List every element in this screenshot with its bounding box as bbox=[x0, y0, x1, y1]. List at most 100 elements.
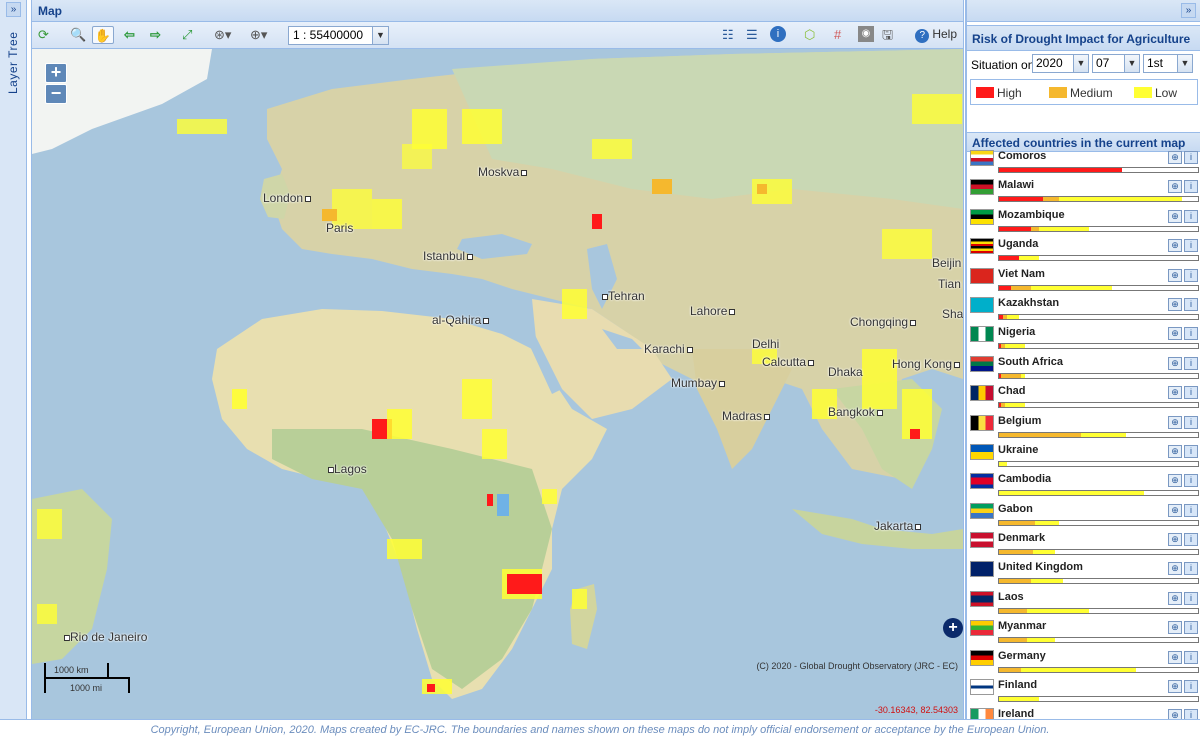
country-info-icon[interactable]: i bbox=[1184, 621, 1198, 635]
city-label: Mumbay bbox=[671, 376, 726, 390]
country-row[interactable]: Belgium ⊕ i bbox=[967, 412, 1200, 441]
country-row[interactable]: Chad ⊕ i bbox=[967, 382, 1200, 411]
country-flag-icon bbox=[970, 590, 994, 607]
city-label: Sha bbox=[942, 307, 963, 321]
zoom-to-country-icon[interactable]: ⊕ bbox=[1168, 327, 1182, 341]
country-row[interactable]: Uganda ⊕ i bbox=[967, 235, 1200, 264]
scale-select[interactable]: 1 : 55400000 ▼ bbox=[288, 26, 389, 45]
country-flag-icon bbox=[970, 620, 994, 637]
country-row[interactable]: Finland ⊕ i bbox=[967, 676, 1200, 705]
zoom-icon[interactable]: 🔍 bbox=[70, 26, 86, 44]
country-info-icon[interactable]: i bbox=[1184, 591, 1198, 605]
map-canvas[interactable]: + − Moskva London Paris Istanbul Tehran … bbox=[32, 49, 963, 719]
country-row[interactable]: Kazakhstan ⊕ i bbox=[967, 294, 1200, 323]
country-info-icon[interactable]: i bbox=[1184, 386, 1198, 400]
zoom-to-country-icon[interactable]: ⊕ bbox=[1168, 180, 1182, 194]
forward-arrow-icon[interactable]: ⇨ bbox=[150, 26, 161, 44]
zoom-in-button[interactable]: + bbox=[45, 63, 67, 83]
risk-bar-low bbox=[1018, 256, 1039, 261]
country-row[interactable]: Myanmar ⊕ i bbox=[967, 617, 1200, 646]
pan-hand-icon[interactable]: ✋ bbox=[92, 26, 114, 44]
zoom-to-country-icon[interactable]: ⊕ bbox=[1168, 562, 1182, 576]
country-info-icon[interactable]: i bbox=[1184, 533, 1198, 547]
zoom-out-button[interactable]: − bbox=[45, 84, 67, 104]
expand-overview-button[interactable]: + bbox=[943, 618, 963, 638]
risk-bar-low bbox=[1020, 373, 1025, 378]
country-row[interactable]: Cambodia ⊕ i bbox=[967, 470, 1200, 499]
info-icon[interactable]: i bbox=[770, 26, 786, 42]
zoom-to-country-icon[interactable]: ⊕ bbox=[1168, 415, 1182, 429]
country-row[interactable]: Gabon ⊕ i bbox=[967, 500, 1200, 529]
zoom-to-country-icon[interactable]: ⊕ bbox=[1168, 474, 1182, 488]
grid-icon[interactable]: # bbox=[834, 26, 841, 44]
back-arrow-icon[interactable]: ⇦ bbox=[124, 26, 135, 44]
risk-legend: High Medium Low bbox=[970, 79, 1198, 105]
country-info-icon[interactable]: i bbox=[1184, 680, 1198, 694]
zoom-to-country-icon[interactable]: ⊕ bbox=[1168, 621, 1182, 635]
country-info-icon[interactable]: i bbox=[1184, 444, 1198, 458]
expand-layer-tree-button[interactable]: » bbox=[6, 2, 21, 17]
country-info-icon[interactable]: i bbox=[1184, 209, 1198, 223]
zoom-to-country-icon[interactable]: ⊕ bbox=[1168, 268, 1182, 282]
polygon-icon[interactable]: ⬡ bbox=[804, 26, 815, 44]
country-info-icon[interactable]: i bbox=[1184, 180, 1198, 194]
country-row[interactable]: Germany ⊕ i bbox=[967, 647, 1200, 676]
zoom-to-country-icon[interactable]: ⊕ bbox=[1168, 503, 1182, 517]
zoom-to-country-icon[interactable]: ⊕ bbox=[1168, 297, 1182, 311]
save-icon[interactable]: 🖫 bbox=[882, 26, 893, 44]
risk-bar-medium bbox=[999, 520, 1035, 525]
help-icon: ? bbox=[915, 29, 930, 43]
country-info-icon[interactable]: i bbox=[1184, 297, 1198, 311]
zoom-to-country-icon[interactable]: ⊕ bbox=[1168, 444, 1182, 458]
country-info-icon[interactable]: i bbox=[1184, 356, 1198, 370]
risk-bar bbox=[998, 637, 1199, 644]
country-name: United Kingdom bbox=[998, 561, 1083, 574]
zoom-to-country-icon[interactable]: ⊕ bbox=[1168, 356, 1182, 370]
zoom-to-country-icon[interactable]: ⊕ bbox=[1168, 709, 1182, 719]
country-info-icon[interactable]: i bbox=[1184, 474, 1198, 488]
country-info-icon[interactable]: i bbox=[1184, 268, 1198, 282]
country-info-icon[interactable]: i bbox=[1184, 239, 1198, 253]
rss-icon[interactable]: ◉ bbox=[858, 26, 874, 42]
country-row[interactable]: Nigeria ⊕ i bbox=[967, 323, 1200, 352]
month-select[interactable]: 07 ▼ bbox=[1092, 54, 1140, 73]
zoom-to-country-icon[interactable]: ⊕ bbox=[1168, 151, 1182, 164]
country-info-icon[interactable]: i bbox=[1184, 650, 1198, 664]
zoom-to-country-icon[interactable]: ⊕ bbox=[1168, 650, 1182, 664]
chevron-down-icon: ▼ bbox=[372, 27, 388, 44]
country-row[interactable]: Mozambique ⊕ i bbox=[967, 206, 1200, 235]
collapse-panel-button[interactable]: » bbox=[1181, 3, 1196, 18]
country-row[interactable]: Ukraine ⊕ i bbox=[967, 441, 1200, 470]
refresh-icon[interactable]: ⟳ bbox=[38, 26, 49, 44]
dekad-select[interactable]: 1st ▼ bbox=[1143, 54, 1193, 73]
zoom-to-country-icon[interactable]: ⊕ bbox=[1168, 239, 1182, 253]
country-info-icon[interactable]: i bbox=[1184, 562, 1198, 576]
country-row[interactable]: Laos ⊕ i bbox=[967, 588, 1200, 617]
legend-edit-icon[interactable]: ☰ bbox=[746, 26, 758, 44]
full-extent-icon[interactable]: ⤢ bbox=[182, 26, 192, 44]
country-info-icon[interactable]: i bbox=[1184, 327, 1198, 341]
zoom-to-country-icon[interactable]: ⊕ bbox=[1168, 680, 1182, 694]
zoom-to-country-icon[interactable]: ⊕ bbox=[1168, 386, 1182, 400]
country-info-icon[interactable]: i bbox=[1184, 151, 1198, 164]
country-row[interactable]: Malawi ⊕ i bbox=[967, 176, 1200, 205]
country-info-icon[interactable]: i bbox=[1184, 503, 1198, 517]
zoom-to-country-icon[interactable]: ⊕ bbox=[1168, 533, 1182, 547]
country-row[interactable]: Comoros ⊕ i bbox=[967, 147, 1200, 176]
layer-tree-label[interactable]: Layer Tree bbox=[6, 24, 20, 94]
help-button[interactable]: ? Help bbox=[915, 27, 957, 43]
country-info-icon[interactable]: i bbox=[1184, 709, 1198, 719]
country-row[interactable]: South Africa ⊕ i bbox=[967, 353, 1200, 382]
zoom-region-icon[interactable]: ⊛▾ bbox=[214, 26, 231, 44]
zoom-to-country-icon[interactable]: ⊕ bbox=[1168, 209, 1182, 223]
year-select[interactable]: 2020 ▼ bbox=[1032, 54, 1089, 73]
risk-bar-high bbox=[999, 168, 1123, 172]
zoom-to-country-icon[interactable]: ⊕ bbox=[1168, 591, 1182, 605]
country-row[interactable]: United Kingdom ⊕ i bbox=[967, 558, 1200, 587]
legend-list-icon[interactable]: ☷ bbox=[722, 26, 734, 44]
zoom-tools-icon[interactable]: ⊕▾ bbox=[250, 26, 267, 44]
country-row[interactable]: Viet Nam ⊕ i bbox=[967, 265, 1200, 294]
country-row[interactable]: Ireland ⊕ i bbox=[967, 705, 1200, 719]
country-row[interactable]: Denmark ⊕ i bbox=[967, 529, 1200, 558]
country-info-icon[interactable]: i bbox=[1184, 415, 1198, 429]
